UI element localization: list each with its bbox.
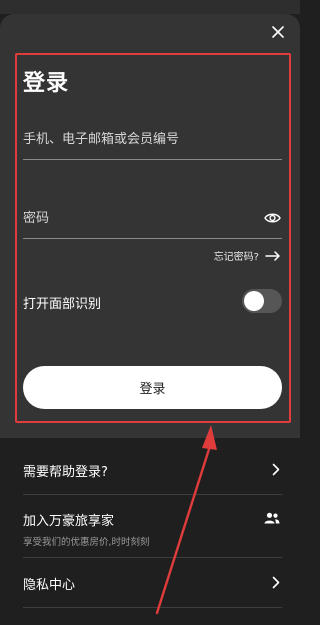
toggle-knob — [244, 291, 264, 311]
menu-item-help-label: 需要帮助登录? — [23, 465, 108, 480]
face-id-row: 打开面部识别 — [23, 289, 282, 315]
chevron-right-icon — [272, 576, 280, 589]
menu-item-help[interactable]: 需要帮助登录? — [23, 461, 282, 481]
menu-divider — [23, 607, 282, 608]
forgot-password-label: 忘记密码? — [213, 252, 259, 263]
face-id-toggle[interactable] — [242, 289, 282, 313]
menu-divider — [23, 494, 282, 495]
menu-divider — [23, 557, 282, 558]
account-field-wrapper — [23, 128, 282, 160]
login-submit-label: 登录 — [139, 382, 166, 397]
close-button[interactable] — [268, 22, 288, 42]
chevron-right-icon — [272, 463, 280, 476]
face-id-label: 打开面部识别 — [23, 297, 102, 312]
page-title: 登录 — [23, 71, 70, 96]
password-field-wrapper — [23, 207, 282, 239]
arrow-right-icon — [265, 250, 280, 261]
people-icon — [264, 512, 280, 524]
close-icon — [272, 26, 284, 38]
menu-item-privacy-label: 隐私中心 — [23, 578, 76, 593]
menu-item-privacy[interactable]: 隐私中心 — [23, 574, 282, 594]
menu-item-join-label: 加入万豪旅享家 — [23, 514, 115, 529]
menu-item-join[interactable]: 加入万豪旅享家 享受我们的优惠房价,时时刻刻 — [23, 510, 282, 548]
show-password-button[interactable] — [262, 207, 282, 229]
menu-item-join-subtitle: 享受我们的优惠房价,时时刻刻 — [23, 537, 150, 548]
eye-icon — [263, 213, 281, 223]
login-submit-button[interactable]: 登录 — [23, 366, 282, 409]
account-input[interactable] — [23, 128, 243, 151]
top-strip — [0, 0, 300, 14]
password-input[interactable] — [23, 207, 243, 230]
forgot-password-link[interactable]: 忘记密码? — [214, 248, 281, 263]
